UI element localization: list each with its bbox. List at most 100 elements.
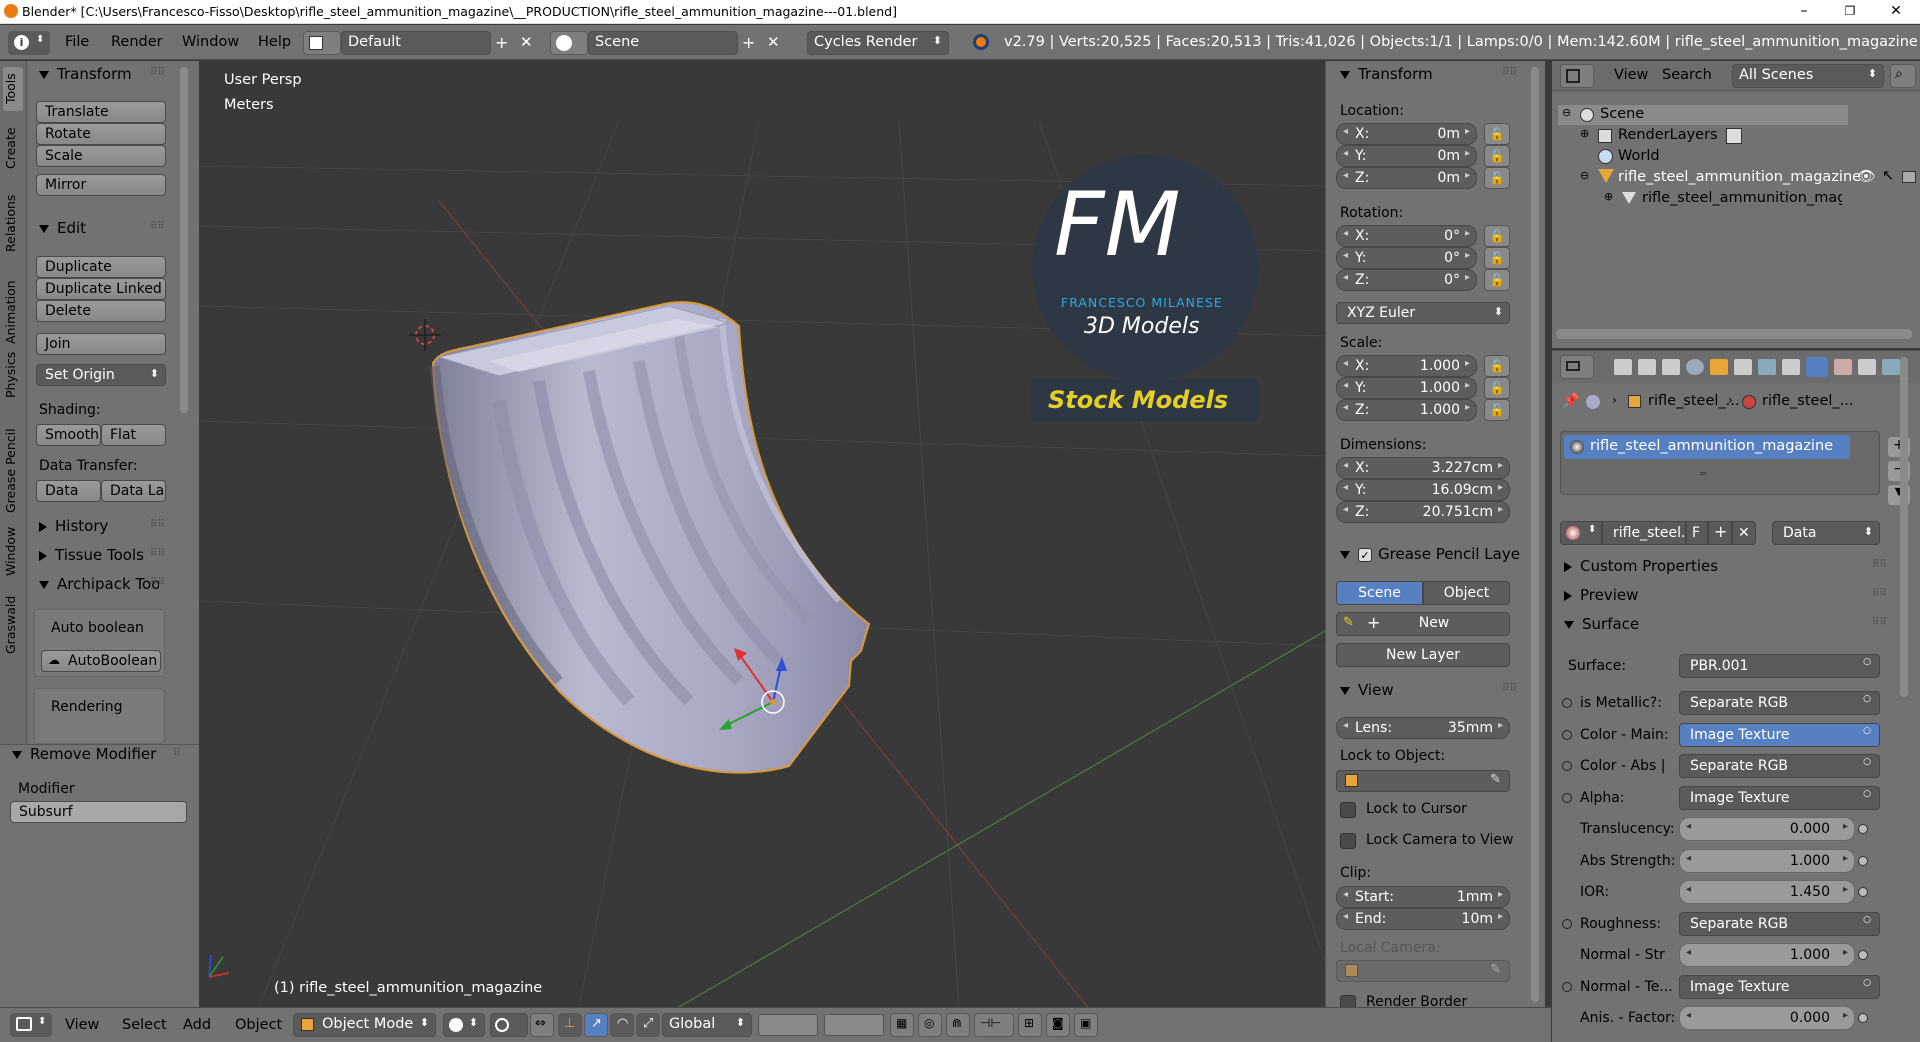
gp-scene-tab[interactable]: Scene [1336,581,1423,605]
lock-icon[interactable]: 🔓 [1484,269,1510,291]
data-transfer-button[interactable]: Data [36,480,101,502]
menu-add[interactable]: Add [183,1017,211,1033]
autoboolean-button[interactable]: ☁ AutoBoolean [41,650,161,672]
layout-browse-button[interactable] [303,31,341,55]
pin-icon[interactable]: 📌 [1562,393,1579,409]
tab-window[interactable]: Window [3,521,23,581]
lock-icon[interactable]: 🔓 [1484,167,1510,189]
add-scene-icon[interactable]: + [742,33,755,52]
scene-browse-button[interactable] [550,31,588,55]
decrement-arrow-icon[interactable]: ◂ [1686,821,1691,832]
close-button[interactable]: ✕ [1873,0,1919,24]
dimension-z-field[interactable]: ◂ Z: 20.751cm ▸ [1336,501,1510,523]
lock-icon[interactable]: 🔓 [1484,123,1510,145]
increment-arrow-icon[interactable]: ▸ [1843,821,1848,832]
move-manipulator[interactable]: ↗ [584,1013,608,1037]
surface-shader-field[interactable]: PBR.001 ○ [1679,654,1880,678]
tab-grease-pencil[interactable]: Grease Pencil [3,411,23,531]
properties-scrollbar[interactable] [1900,357,1908,697]
expand-icon[interactable]: ⊕ [1604,190,1613,203]
tab-graswald[interactable]: Graswald [3,587,23,663]
location-y-field[interactable]: ◂ Y: 0m ▸ [1336,145,1477,167]
material-link-select[interactable]: Data ⬍ [1772,521,1880,545]
mirror-button[interactable]: Mirror [36,174,166,196]
socket-expand-icon[interactable] [1562,982,1572,992]
texture-tab-icon[interactable] [1834,359,1852,375]
modifiers-tab-icon[interactable] [1758,359,1776,375]
checkbox-icon[interactable]: ✓ [1358,547,1372,562]
add-layout-icon[interactable]: + [495,33,508,52]
shader-input-number[interactable]: ◂ 1.000 ▸ [1679,849,1855,873]
n-view-header[interactable]: View [1340,681,1394,699]
grip-icon[interactable]: ⠿⠿ [150,548,165,559]
fake-user-button[interactable]: F [1686,521,1708,545]
translate-manipulator[interactable]: ⊥ [558,1013,582,1037]
n-panel-scrollbar[interactable] [1531,67,1539,1002]
outliner-item-mesh[interactable]: rifle_steel_ammunition_magaz [1642,190,1842,206]
lock-icon[interactable]: 🔓 [1484,225,1510,247]
delete-scene-icon[interactable]: ✕ [767,33,780,51]
flat-button[interactable]: Flat [101,424,166,446]
material-browse-button[interactable]: ⬍ [1560,521,1602,545]
delete-button[interactable]: Delete [36,300,166,322]
increment-arrow-icon[interactable]: ▸ [1843,1010,1848,1021]
grip-icon[interactable]: ⠿⠿ [1502,683,1517,694]
increment-arrow-icon[interactable]: ▸ [1843,947,1848,958]
rotation-x-field[interactable]: ◂ X: 0° ▸ [1336,225,1477,247]
grip-icon[interactable]: ⠿⠿ [150,519,165,530]
tab-relations[interactable]: Relations [3,185,23,261]
maximize-button[interactable]: ❐ [1827,0,1873,24]
minimize-button[interactable]: – [1781,0,1827,24]
data-tab-icon[interactable] [1782,359,1800,375]
edit-panel-header[interactable]: Edit [39,219,86,237]
decrement-arrow-icon[interactable]: ◂ [1686,1010,1691,1021]
set-origin-select[interactable]: Set Origin ⬍ [36,364,166,386]
proportional-edit-button[interactable]: ◎ [918,1013,942,1037]
surface-header[interactable]: Surface [1564,615,1639,633]
grip-icon[interactable]: ⠿⠿ [1872,559,1887,570]
scene-layers-a[interactable] [758,1014,818,1036]
outliner-item-world[interactable]: World [1618,148,1660,164]
tab-physics[interactable]: Physics [3,345,23,405]
layer-lock-button[interactable]: ▦ [890,1013,914,1037]
duplicate-linked-button[interactable]: Duplicate Linked [36,278,166,300]
menu-object[interactable]: Object [235,1017,282,1033]
scene-layers-b[interactable] [824,1014,884,1036]
node-socket-icon[interactable] [1858,950,1868,960]
gp-object-tab[interactable]: Object [1423,581,1510,605]
grip-icon[interactable]: ⠿⠿ [1872,588,1887,599]
clip-end-field[interactable]: ◂ End: 10m ▸ [1336,908,1510,930]
grip-icon[interactable]: ⠿⠿ [1502,67,1517,78]
rotate-manipulator[interactable]: ◠ [610,1013,634,1037]
shader-input-link[interactable]: Separate RGB ○ [1679,912,1880,936]
viewport-editor-type-button[interactable]: ⬍ [10,1013,52,1037]
editor-type-button[interactable]: i ⬍ [8,31,50,55]
delete-layout-icon[interactable]: ✕ [520,33,533,51]
material-tab-icon[interactable] [1806,357,1828,377]
menu-window[interactable]: Window [182,34,239,50]
location-z-field[interactable]: ◂ Z: 0m ▸ [1336,167,1477,189]
rotate-button[interactable]: Rotate [36,123,166,145]
shader-input-link[interactable]: Image Texture ○ [1679,786,1880,810]
physics-tab-icon[interactable] [1882,359,1900,375]
shader-input-link[interactable]: Separate RGB ○ [1679,691,1880,715]
shader-input-number[interactable]: ◂ 0.000 ▸ [1679,1006,1855,1030]
camera-render-icon[interactable] [1902,171,1916,183]
particles-tab-icon[interactable] [1858,359,1876,375]
decrement-arrow-icon[interactable]: ◂ [1686,947,1691,958]
increment-arrow-icon[interactable]: ▸ [1843,884,1848,895]
opengl-render-button[interactable]: ◙ [1046,1013,1070,1037]
socket-expand-icon[interactable] [1562,698,1572,708]
eyedropper-icon[interactable]: ✎ [1490,772,1501,787]
grip-icon[interactable]: ⠿⠿ [150,67,165,78]
select-arrow-icon[interactable]: ↖ [1882,168,1894,184]
menu-help[interactable]: Help [258,34,291,50]
dimension-y-field[interactable]: ◂ Y: 16.09cm ▸ [1336,479,1510,501]
clip-start-field[interactable]: ◂ Start: 1mm ▸ [1336,886,1510,908]
increment-arrow-icon[interactable]: ▸ [1843,853,1848,864]
smooth-button[interactable]: Smooth [36,424,101,446]
grip-icon[interactable]: ⠿⠿ [150,577,165,588]
shader-input-number[interactable]: ◂ 1.450 ▸ [1679,880,1855,904]
render-layers-tab-icon[interactable] [1638,359,1656,375]
scale-y-field[interactable]: ◂ Y: 1.000 ▸ [1336,377,1477,399]
